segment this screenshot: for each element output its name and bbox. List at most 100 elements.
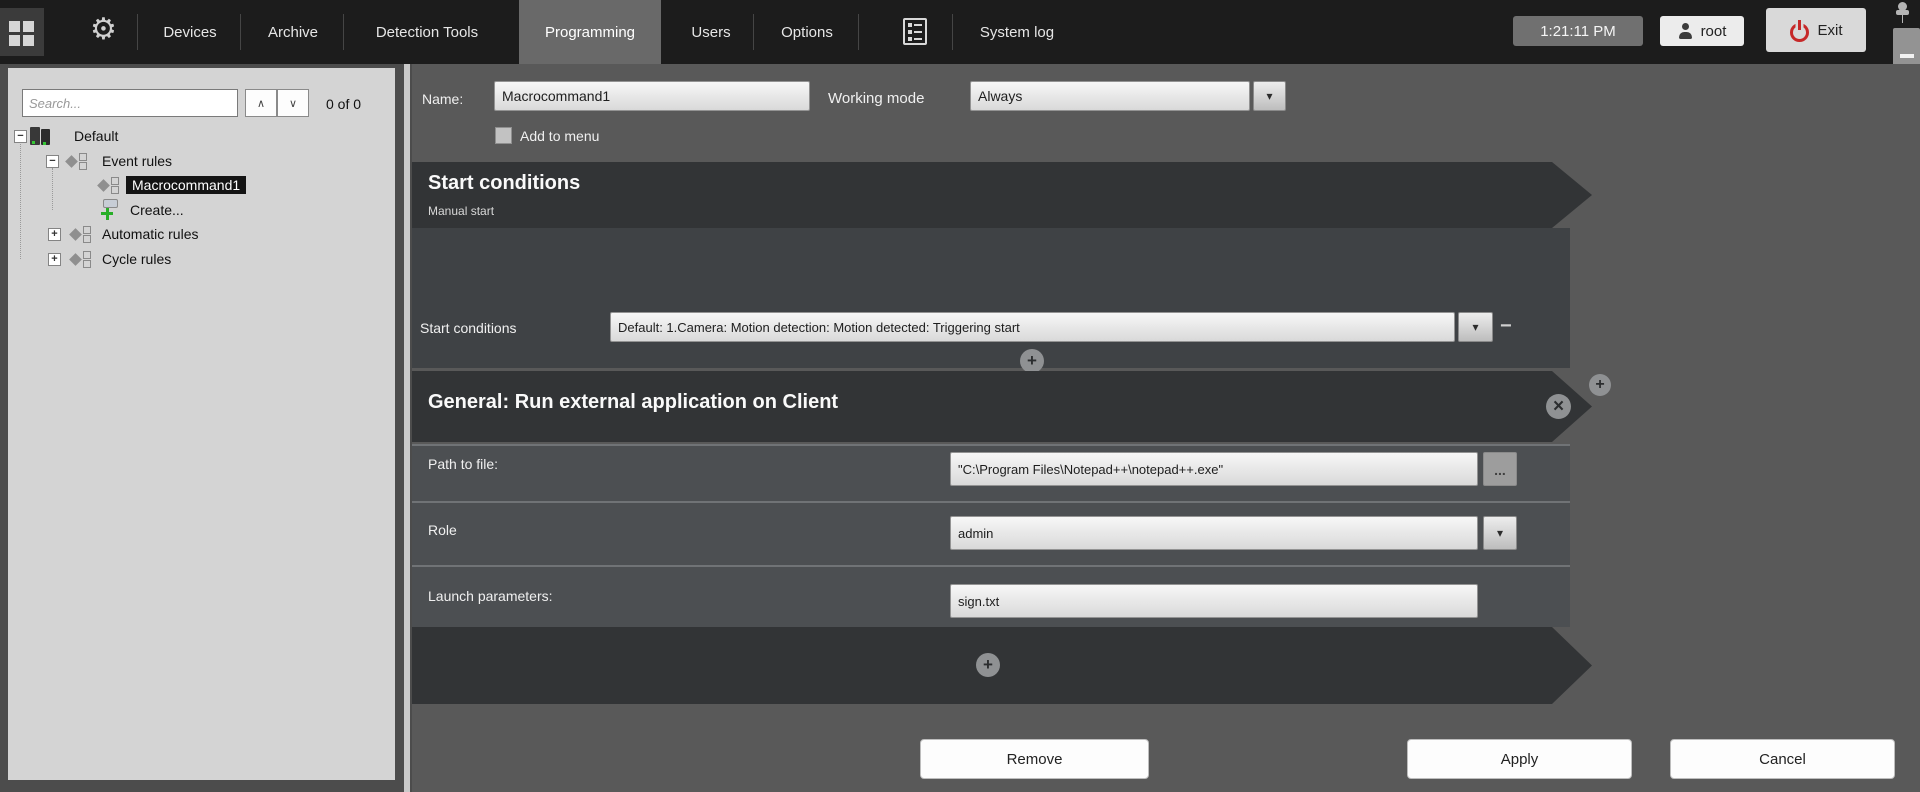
- server-icon: [30, 126, 56, 146]
- start-conditions-body: Start conditions Default: 1.Camera: Moti…: [412, 228, 1570, 368]
- create-plus-icon: [100, 199, 120, 221]
- name-input[interactable]: [494, 81, 810, 111]
- collapse-expander-icon[interactable]: −: [46, 155, 59, 168]
- tree-item-event-rules[interactable]: − Event rules: [8, 150, 388, 172]
- chevron-down-icon: ▾: [1266, 89, 1272, 103]
- user-icon: [1678, 23, 1694, 39]
- tree-item-label: Create...: [130, 202, 184, 218]
- start-conditions-header: Start conditions Manual start: [412, 162, 1592, 228]
- application-window: ⚙ Devices Archive Detection Tools Progra…: [0, 0, 1920, 792]
- browse-button[interactable]: ...: [1483, 452, 1517, 486]
- exit-label: Exit: [1817, 22, 1842, 39]
- tab-devices[interactable]: Devices: [145, 0, 235, 64]
- working-mode-dropdown-button[interactable]: ▾: [1253, 81, 1286, 111]
- add-action-plus-button[interactable]: +: [976, 653, 1000, 677]
- launch-parameters-label: Launch parameters:: [428, 588, 553, 604]
- expand-expander-icon[interactable]: +: [48, 228, 61, 241]
- rules-icon: [70, 226, 92, 243]
- search-input[interactable]: [22, 89, 238, 117]
- current-user-button[interactable]: root: [1660, 16, 1744, 46]
- search-result-counter: 0 of 0: [326, 96, 361, 112]
- role-dropdown-button[interactable]: ▾: [1483, 516, 1517, 550]
- pin-icon[interactable]: [1895, 2, 1910, 24]
- plus-icon: +: [1595, 376, 1604, 394]
- divider: [952, 14, 953, 50]
- role-value: admin: [958, 526, 993, 541]
- divider: [412, 565, 1570, 567]
- working-mode-label: Working mode: [828, 90, 924, 107]
- add-condition-button[interactable]: +: [1020, 349, 1044, 373]
- panel-splitter[interactable]: [404, 64, 410, 792]
- launch-parameters-input[interactable]: [950, 584, 1478, 618]
- tab-archive[interactable]: Archive: [248, 0, 338, 64]
- collapse-panel-button[interactable]: [1893, 28, 1920, 66]
- working-mode-value: Always: [978, 88, 1022, 104]
- power-icon: [1789, 20, 1810, 41]
- expand-expander-icon[interactable]: +: [48, 253, 61, 266]
- cancel-button[interactable]: Cancel: [1670, 739, 1895, 779]
- remove-button[interactable]: Remove: [920, 739, 1149, 779]
- divider: [858, 14, 859, 50]
- user-name: root: [1701, 23, 1727, 40]
- tree-item-label: Event rules: [102, 153, 172, 169]
- remove-action-button[interactable]: ×: [1546, 394, 1571, 419]
- start-condition-dropdown-button[interactable]: ▾: [1458, 312, 1493, 342]
- tree-item-automatic-rules[interactable]: + Automatic rules: [8, 223, 388, 245]
- collapse-expander-icon[interactable]: −: [14, 130, 27, 143]
- name-label: Name:: [422, 91, 463, 107]
- working-mode-select[interactable]: Always: [970, 81, 1250, 111]
- action-title: General: Run external application on Cli…: [428, 391, 838, 414]
- chevron-down-icon: ▾: [1472, 320, 1478, 334]
- system-log-button[interactable]: System log: [962, 0, 1072, 64]
- macro-editor: Name: Working mode Always ▾ Add to menu …: [412, 64, 1920, 792]
- tree-item-macrocommand1[interactable]: Macrocommand1: [8, 174, 388, 196]
- tree-item-create[interactable]: Create...: [8, 199, 388, 221]
- gear-icon[interactable]: ⚙: [90, 15, 117, 45]
- tree-item-label-selected: Macrocommand1: [126, 176, 246, 194]
- tree-item-label: Default: [74, 128, 118, 144]
- tree-item-default[interactable]: − Default: [8, 125, 388, 147]
- tab-users[interactable]: Users: [675, 0, 747, 64]
- apply-button[interactable]: Apply: [1407, 739, 1632, 779]
- action-header: General: Run external application on Cli…: [412, 371, 1592, 442]
- chevron-up-icon: ∧: [257, 97, 265, 110]
- clock: 1:21:11 PM: [1513, 16, 1643, 46]
- chevron-down-icon: ▾: [1497, 526, 1503, 540]
- plus-icon: +: [983, 655, 993, 675]
- add-action-button[interactable]: +: [1589, 374, 1611, 396]
- role-label: Role: [428, 522, 457, 538]
- role-select[interactable]: admin: [950, 516, 1478, 550]
- tab-options[interactable]: Options: [762, 0, 852, 64]
- search-prev-button[interactable]: ∧: [245, 89, 277, 117]
- tree-item-cycle-rules[interactable]: + Cycle rules: [8, 248, 388, 270]
- search-next-button[interactable]: ∨: [277, 89, 309, 117]
- top-bar: ⚙ Devices Archive Detection Tools Progra…: [0, 0, 1920, 64]
- divider: [137, 14, 138, 50]
- add-to-menu-label: Add to menu: [520, 128, 599, 144]
- sidebar: ∧ ∨ 0 of 0 − Default − Event rules: [8, 68, 395, 780]
- divider: [412, 501, 1570, 503]
- remove-label: Remove: [1007, 751, 1063, 768]
- tab-programming[interactable]: Programming: [519, 0, 661, 64]
- start-conditions-row-label: Start conditions: [420, 320, 517, 336]
- layouts-button[interactable]: [0, 8, 44, 56]
- start-condition-value: Default: 1.Camera: Motion detection: Mot…: [618, 320, 1020, 335]
- cancel-label: Cancel: [1759, 751, 1806, 768]
- manual-start-subtitle: Manual start: [428, 204, 494, 218]
- path-to-file-label: Path to file:: [428, 456, 498, 472]
- chevron-down-icon: ∨: [289, 97, 297, 110]
- add-action-band: +: [412, 627, 1592, 704]
- divider: [753, 14, 754, 50]
- ellipsis-icon: ...: [1494, 462, 1506, 478]
- tab-detection-tools[interactable]: Detection Tools: [352, 0, 502, 64]
- exit-button[interactable]: Exit: [1766, 8, 1866, 52]
- path-to-file-input[interactable]: [950, 452, 1478, 486]
- minimize-icon: [1900, 54, 1914, 58]
- add-to-menu-checkbox[interactable]: [495, 127, 512, 144]
- macro-icon: [98, 177, 120, 194]
- system-log-icon[interactable]: [903, 18, 927, 45]
- start-condition-select[interactable]: Default: 1.Camera: Motion detection: Mot…: [610, 312, 1455, 342]
- divider: [240, 14, 241, 50]
- remove-condition-button[interactable]: −: [1500, 316, 1512, 336]
- close-icon: ×: [1553, 396, 1564, 418]
